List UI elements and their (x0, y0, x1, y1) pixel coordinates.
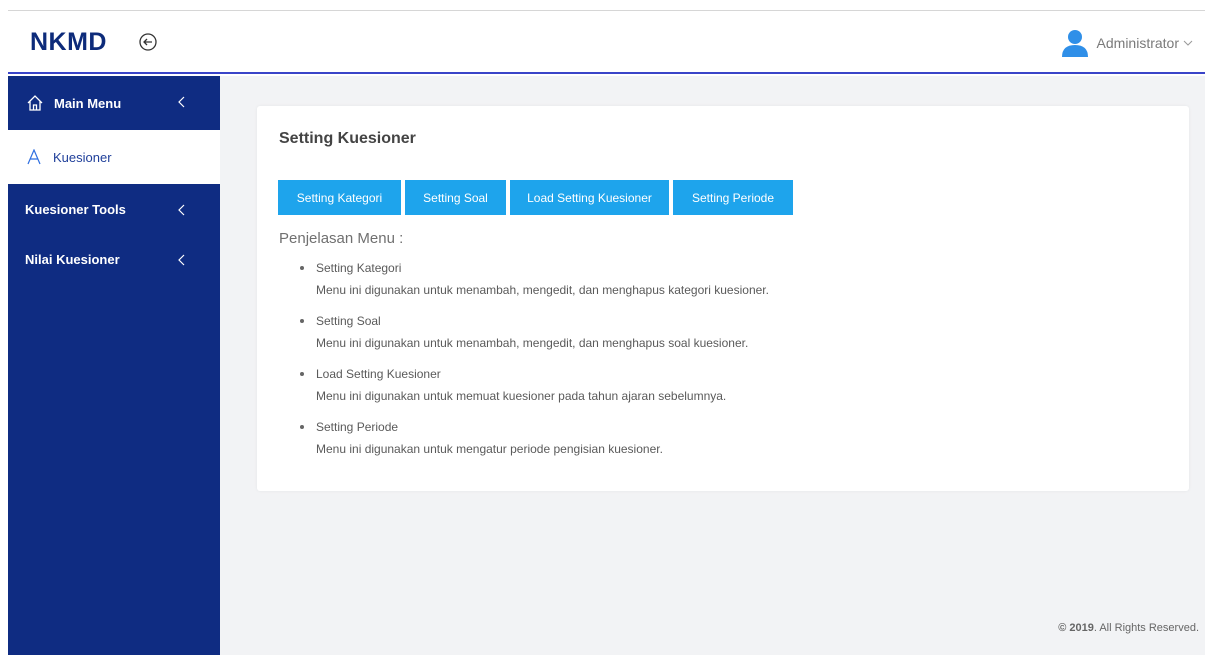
list-item-name: Load Setting Kuesioner (300, 366, 769, 382)
list-item-name: Setting Soal (300, 313, 769, 329)
list-item-desc: Menu ini digunakan untuk menambah, menge… (316, 283, 769, 297)
list-item-desc: Menu ini digunakan untuk menambah, menge… (316, 336, 749, 350)
sidebar-item-kuesioner-tools[interactable]: Kuesioner Tools (8, 184, 220, 234)
list-item: Load Setting Kuesioner Menu ini digunaka… (300, 366, 769, 404)
button-row: Setting Kategori Setting Soal Load Setti… (278, 180, 797, 215)
sidebar: Main Menu Kuesioner Kuesioner Tools Nila… (8, 76, 220, 655)
sidebar-item-kuesioner[interactable]: Kuesioner (8, 130, 220, 184)
footer-copyright: © 2019. All Rights Reserved. (1058, 622, 1199, 634)
sidebar-item-main-menu[interactable]: Main Menu (8, 76, 220, 130)
list-item: Setting Kategori Menu ini digunakan untu… (300, 260, 769, 298)
explain-heading: Penjelasan Menu : (279, 230, 404, 247)
load-setting-kuesioner-button[interactable]: Load Setting Kuesioner (510, 180, 669, 215)
list-item-name: Setting Kategori (300, 260, 769, 276)
copyright-year: © 2019 (1058, 622, 1094, 634)
home-icon (27, 95, 43, 111)
user-avatar-icon (1061, 30, 1088, 57)
sidebar-item-nilai-kuesioner[interactable]: Nilai Kuesioner (8, 234, 220, 284)
setting-periode-button[interactable]: Setting Periode (673, 180, 793, 215)
user-name: Administrator (1096, 35, 1179, 51)
top-header: NKMD Administrator (8, 10, 1205, 74)
list-item-desc: Menu ini digunakan untuk mengatur period… (316, 442, 663, 456)
chevron-left-icon (178, 96, 185, 108)
sidebar-item-label: Kuesioner (53, 149, 112, 165)
page-title: Setting Kuesioner (279, 130, 416, 147)
list-item: Setting Soal Menu ini digunakan untuk me… (300, 313, 769, 351)
list-item: Setting Periode Menu ini digunakan untuk… (300, 419, 769, 457)
user-menu[interactable]: Administrator (1059, 27, 1193, 59)
list-item-desc: Menu ini digunakan untuk memuat kuesione… (316, 389, 727, 403)
chevron-down-icon (1183, 40, 1193, 46)
list-item-name: Setting Periode (300, 419, 769, 435)
chevron-left-icon (178, 254, 185, 266)
setting-soal-button[interactable]: Setting Soal (405, 180, 506, 215)
chevron-left-icon (178, 204, 185, 216)
explain-list: Setting Kategori Menu ini digunakan untu… (300, 260, 769, 472)
copyright-text: . All Rights Reserved. (1093, 622, 1199, 634)
sidebar-item-label: Main Menu (54, 95, 122, 111)
main-content: Setting Kuesioner Setting Kategori Setti… (220, 76, 1205, 655)
setting-kategori-button[interactable]: Setting Kategori (278, 180, 401, 215)
collapse-sidebar-icon[interactable] (138, 32, 158, 52)
settings-card: Setting Kuesioner Setting Kategori Setti… (257, 106, 1189, 491)
sidebar-item-label: Nilai Kuesioner (25, 251, 120, 267)
brand-logo[interactable]: NKMD (30, 28, 107, 57)
sidebar-item-label: Kuesioner Tools (25, 201, 126, 217)
font-a-icon (27, 149, 41, 165)
